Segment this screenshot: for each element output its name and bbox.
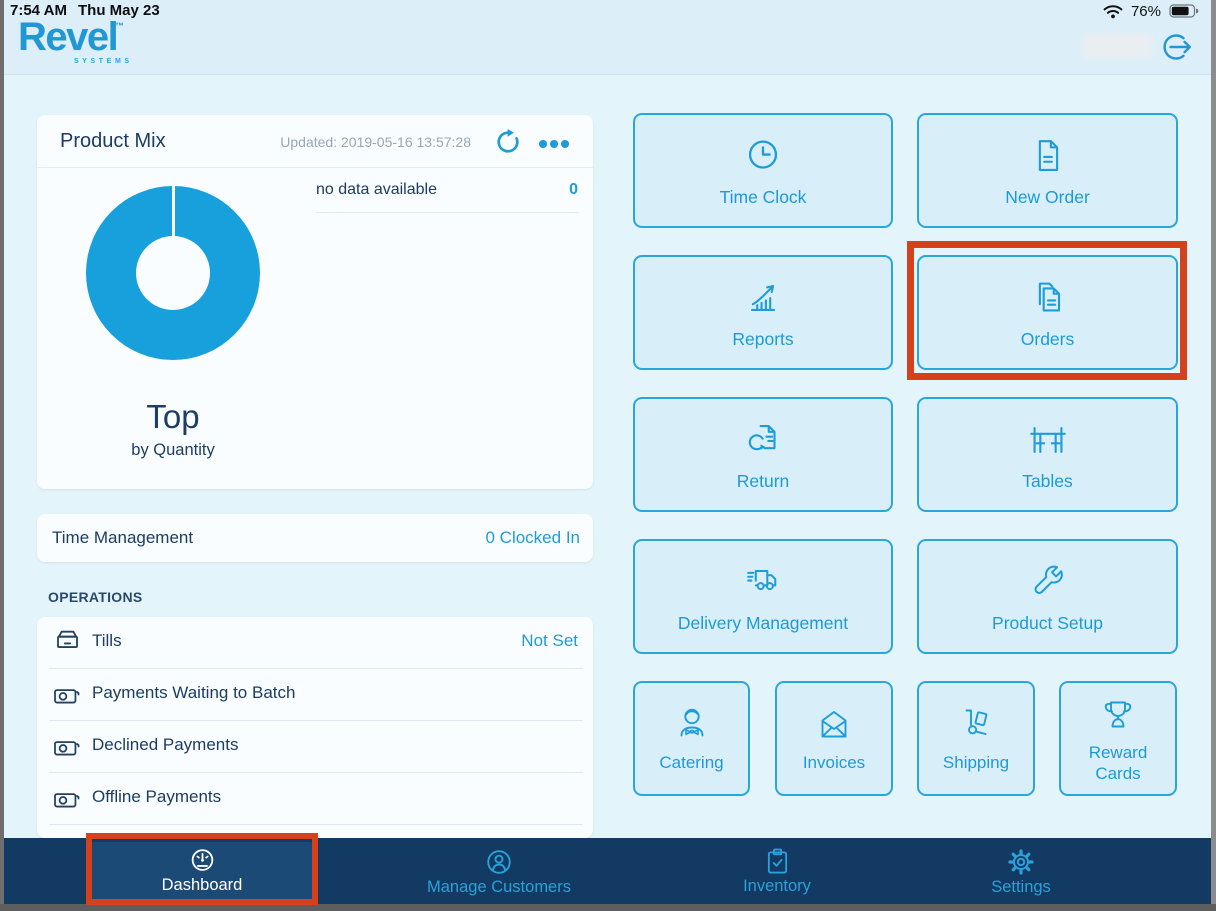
status-indicators: 76% — [1103, 2, 1199, 20]
chart-center-subtitle: by Quantity — [131, 441, 215, 459]
time-management-row[interactable]: Time Management 0 Clocked In — [37, 514, 593, 562]
person-circle-icon — [485, 848, 513, 876]
legend-divider — [316, 212, 579, 213]
tile-label: Product Setup — [992, 613, 1103, 633]
chart-center-title: Top — [146, 398, 200, 435]
window-bezel-right — [1211, 0, 1216, 911]
nav-label: Manage Customers — [427, 878, 571, 896]
tile-time-clock[interactable]: Time Clock — [633, 113, 893, 228]
tile-product-setup[interactable]: Product Setup — [917, 539, 1178, 654]
operations-row-label: Declined Payments — [92, 735, 239, 754]
operations-row-tills[interactable]: Tills Not Set — [37, 617, 593, 669]
product-mix-donut-chart — [86, 186, 260, 360]
tile-invoices[interactable]: Invoices — [775, 681, 893, 796]
wifi-icon — [1103, 4, 1123, 19]
tile-label: New Order — [1005, 187, 1090, 207]
product-mix-updated-timestamp: Updated: 2019-05-16 13:57:28 — [280, 134, 471, 150]
tile-orders[interactable]: Orders — [917, 255, 1178, 370]
trophy-icon — [1098, 694, 1138, 734]
operations-row-offline-payments[interactable]: Offline Payments — [37, 773, 593, 825]
banknote-icon — [50, 787, 84, 812]
revel-dashboard-screen: 7:54 AM Thu May 23 76% Revel ™ SYSTEMS P… — [0, 0, 1216, 911]
tile-tables[interactable]: Tables — [917, 397, 1178, 512]
operations-row-payments-waiting[interactable]: Payments Waiting to Batch — [37, 669, 593, 721]
stacked-documents-icon — [1025, 275, 1071, 321]
tile-new-order[interactable]: New Order — [917, 113, 1178, 228]
trademark-symbol: ™ — [115, 21, 124, 31]
tile-catering[interactable]: Catering — [633, 681, 750, 796]
nav-item-manage-customers[interactable]: Manage Customers — [399, 848, 599, 897]
operations-row-label: Tills — [92, 631, 122, 650]
return-document-icon — [740, 417, 786, 463]
delivery-truck-icon — [740, 559, 786, 605]
donut-slice-gap — [171, 186, 175, 236]
operations-row-label: Payments Waiting to Batch — [92, 683, 296, 702]
logout-button[interactable] — [1160, 30, 1194, 64]
nav-item-dashboard[interactable]: Dashboard — [92, 842, 312, 900]
redacted-username — [1082, 33, 1152, 58]
header-region: 7:54 AM Thu May 23 76% Revel ™ SYSTEMS — [4, 0, 1211, 75]
tile-shipping[interactable]: Shipping — [917, 681, 1035, 796]
bottom-navigation-bar: Dashboard Manage Customers Inventory Set… — [4, 838, 1211, 904]
ellipsis-dot — [550, 140, 558, 148]
nav-label: Dashboard — [161, 876, 243, 894]
tile-reports[interactable]: Reports — [633, 255, 893, 370]
wrench-icon — [1025, 559, 1071, 605]
document-icon — [1025, 133, 1071, 179]
operations-heading: OPERATIONS — [48, 589, 143, 605]
clipboard-check-icon — [765, 848, 790, 875]
revel-logo-text: Revel — [18, 15, 119, 59]
tile-return[interactable]: Return — [633, 397, 893, 512]
clock-icon — [740, 133, 786, 179]
more-options-button[interactable] — [539, 140, 569, 148]
product-mix-title: Product Mix — [60, 130, 166, 152]
chart-growth-icon — [740, 275, 786, 321]
tile-label: Reports — [732, 329, 794, 349]
tile-reward-cards[interactable]: Reward Cards — [1059, 681, 1177, 796]
revel-logo-subtext: SYSTEMS — [74, 58, 133, 65]
window-bezel-left — [0, 0, 4, 911]
tile-delivery-management[interactable]: Delivery Management — [633, 539, 893, 654]
donut-hole — [136, 236, 210, 310]
time-management-label: Time Management — [52, 528, 194, 547]
battery-icon — [1169, 4, 1199, 18]
nav-label: Settings — [991, 878, 1051, 896]
waiter-icon — [672, 704, 712, 744]
clocked-in-count: 0 Clocked In — [485, 528, 581, 547]
nav-item-settings[interactable]: Settings — [951, 848, 1091, 897]
product-mix-header: Product Mix Updated: 2019-05-16 13:57:28 — [37, 115, 593, 168]
banknote-icon — [50, 683, 84, 708]
tile-label: Tables — [1022, 471, 1073, 491]
tile-label: Return — [736, 471, 790, 491]
nav-item-inventory[interactable]: Inventory — [707, 848, 847, 896]
gauge-icon — [189, 847, 216, 874]
tile-label: Invoices — [802, 753, 866, 772]
tile-label: Time Clock — [719, 187, 807, 207]
ellipsis-dot — [561, 140, 569, 148]
operations-list: Tills Not Set Payments Waiting to Batch — [37, 617, 593, 838]
banknote-icon — [50, 735, 84, 760]
table-and-chairs-icon — [1025, 417, 1071, 463]
battery-percent: 76% — [1130, 2, 1161, 20]
revel-logo: Revel ™ SYSTEMS — [14, 15, 144, 71]
hand-truck-icon — [956, 704, 996, 744]
product-mix-card: Product Mix Updated: 2019-05-16 13:57:28… — [37, 115, 593, 489]
refresh-icon[interactable] — [495, 128, 521, 155]
till-drawer-icon — [50, 629, 84, 658]
operations-row-value: Not Set — [521, 631, 578, 650]
legend-label: no data available — [316, 181, 437, 198]
open-envelope-icon — [814, 704, 854, 744]
nav-label: Inventory — [743, 877, 811, 895]
ellipsis-dot — [539, 140, 547, 148]
window-bezel-bottom — [0, 904, 1216, 911]
operations-row-declined-payments[interactable]: Declined Payments — [37, 721, 593, 773]
tile-label: Shipping — [942, 753, 1010, 772]
tile-label: Delivery Management — [677, 613, 849, 633]
gear-icon — [1007, 848, 1035, 876]
tile-label: Orders — [1020, 329, 1075, 349]
tile-label: Catering — [659, 753, 724, 772]
tile-label: Reward Cards — [1088, 742, 1148, 783]
operations-row-label: Offline Payments — [92, 787, 222, 806]
legend-value: 0 — [569, 181, 578, 198]
